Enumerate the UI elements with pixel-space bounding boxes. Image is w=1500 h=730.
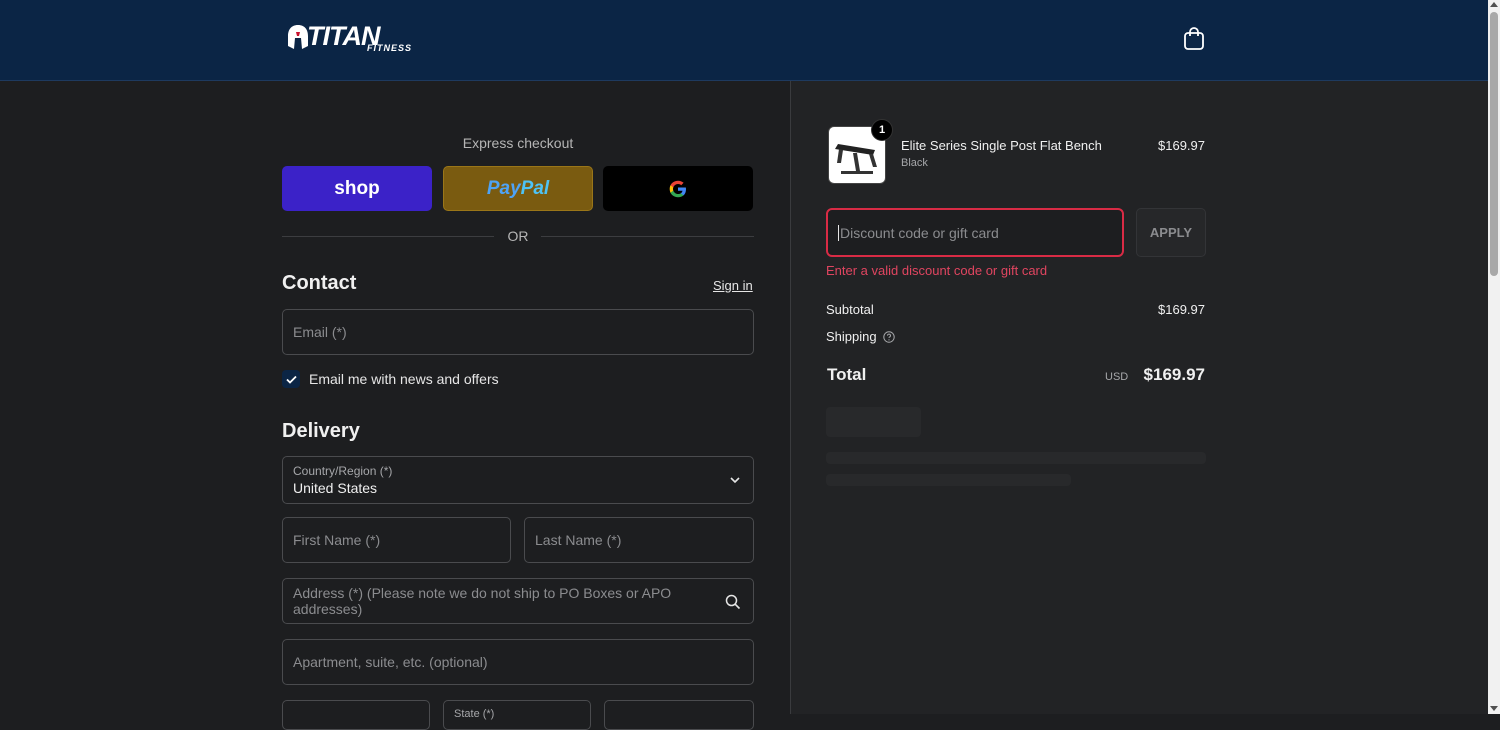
search-icon xyxy=(725,594,741,610)
discount-placeholder: Discount code or gift card xyxy=(840,224,999,241)
apartment-placeholder: Apartment, suite, etc. (optional) xyxy=(293,654,488,670)
shop-pay-button[interactable]: shop xyxy=(282,166,432,211)
subtotal-value: $169.97 xyxy=(1158,302,1205,317)
country-region-label: Country/Region (*) xyxy=(293,464,393,478)
google-pay-button[interactable] xyxy=(603,166,753,211)
google-g-icon xyxy=(669,180,686,197)
sign-in-link[interactable]: Sign in xyxy=(713,278,753,293)
total-value: $169.97 xyxy=(1143,365,1205,384)
currency-code: USD xyxy=(1105,371,1129,383)
paypal-label-pay: Pay xyxy=(486,177,521,199)
discount-code-input[interactable]: Discount code or gift card xyxy=(826,208,1124,257)
product-price: $169.97 xyxy=(1158,138,1205,153)
country-region-select[interactable]: Country/Region (*) United States xyxy=(282,456,754,504)
state-select[interactable]: State (*) xyxy=(443,700,591,730)
site-header: TITAN FITNESS xyxy=(0,0,1488,81)
helmet-logo-icon xyxy=(288,25,308,49)
contact-heading: Contact xyxy=(282,272,357,294)
state-label: State (*) xyxy=(454,708,495,720)
logo-subtitle: FITNESS xyxy=(367,43,413,53)
scroll-down-arrow-icon[interactable] xyxy=(1490,706,1498,711)
first-name-field[interactable]: First Name (*) xyxy=(282,517,511,563)
or-label: OR xyxy=(507,228,529,244)
paypal-label-pal: Pal xyxy=(520,177,550,199)
delivery-heading: Delivery xyxy=(282,420,360,442)
apply-button[interactable]: APPLY xyxy=(1136,208,1206,257)
loading-placeholder xyxy=(826,407,921,437)
total-label: Total xyxy=(827,365,867,384)
last-name-field[interactable]: Last Name (*) xyxy=(524,517,754,563)
address-field[interactable]: Address (*) (Please note we do not ship … xyxy=(282,578,754,624)
loading-placeholder xyxy=(826,452,1206,464)
apartment-field[interactable]: Apartment, suite, etc. (optional) xyxy=(282,639,754,685)
email-field[interactable]: Email (*) xyxy=(282,309,754,355)
scroll-up-arrow-icon[interactable] xyxy=(1490,2,1498,7)
product-variant: Black xyxy=(901,157,928,169)
shopping-bag-icon[interactable] xyxy=(1183,27,1205,51)
address-placeholder: Address (*) (Please note we do not ship … xyxy=(293,585,672,617)
chevron-down-icon xyxy=(730,477,740,484)
scrollbar-thumb[interactable] xyxy=(1490,12,1498,276)
titan-fitness-logo[interactable]: TITAN FITNESS xyxy=(287,22,437,54)
order-summary-panel xyxy=(791,81,1488,714)
help-icon[interactable] xyxy=(883,331,895,343)
product-name: Elite Series Single Post Flat Bench xyxy=(901,138,1102,153)
text-cursor xyxy=(838,224,839,241)
zip-field[interactable] xyxy=(604,700,754,730)
discount-error-message: Enter a valid discount code or gift card xyxy=(826,263,1048,278)
news-offers-label: Email me with news and offers xyxy=(309,371,499,387)
checkmark-icon xyxy=(285,375,297,384)
country-region-value: United States xyxy=(293,480,378,496)
first-name-placeholder: First Name (*) xyxy=(293,532,381,548)
or-divider-right xyxy=(541,236,754,237)
email-placeholder: Email (*) xyxy=(293,324,347,340)
shop-pay-label: shop xyxy=(334,177,380,199)
last-name-placeholder: Last Name (*) xyxy=(535,532,622,548)
subtotal-label: Subtotal xyxy=(826,302,874,317)
city-field[interactable] xyxy=(282,700,430,730)
quantity-badge: 1 xyxy=(871,119,893,141)
or-divider-left xyxy=(282,236,494,237)
express-checkout-label: Express checkout xyxy=(462,135,574,151)
paypal-button[interactable]: Pay Pal xyxy=(443,166,593,211)
news-offers-checkbox[interactable] xyxy=(282,370,300,388)
loading-placeholder xyxy=(826,474,1071,486)
shipping-label: Shipping xyxy=(826,329,877,344)
